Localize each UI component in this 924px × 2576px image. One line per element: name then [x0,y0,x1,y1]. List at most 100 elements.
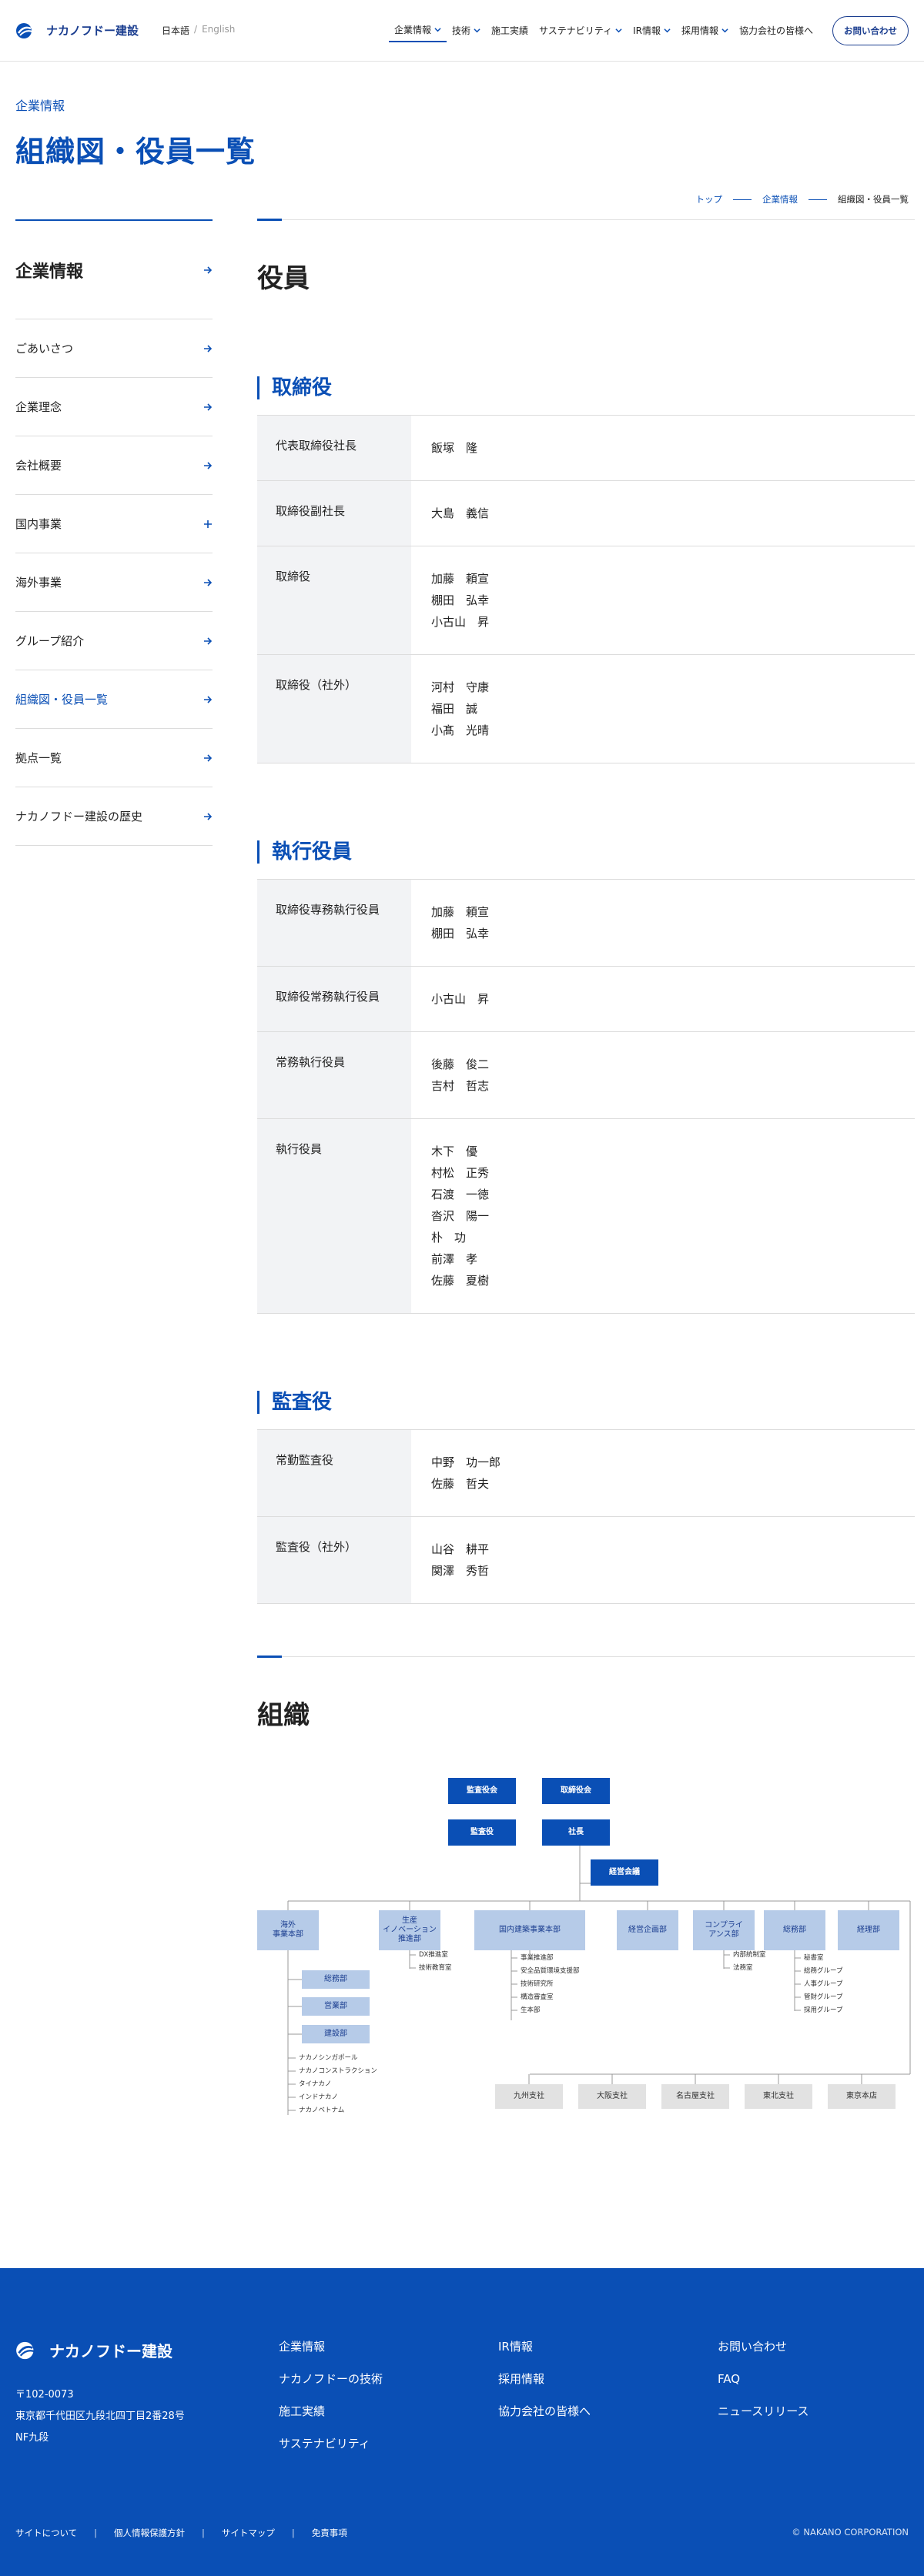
officer-name: 小古山 昇 [431,992,490,1006]
nav-item-0[interactable]: 企業情報 [388,18,447,42]
officer-group-title: 執行役員 [257,840,915,864]
sidebar-item-4[interactable]: 海外事業 [15,553,213,612]
org-section: 組織 監査役会 取締役会 監査役 社長 経営会議 海外 事業本部 生産 イノベー… [257,1656,915,2178]
sidebar-item-2[interactable]: 会社概要 [15,436,213,495]
nav-item-2[interactable]: 施工実績 [486,19,534,42]
org-management-meeting: 経営会議 [591,1859,658,1886]
org-overseas-dept-1: 総務部 [302,1970,370,1989]
arrow-right-icon [204,753,213,762]
org-list-item: ナカノベトナム [299,2107,345,2114]
officer-name: 棚田 弘幸 [431,593,490,607]
plus-icon [204,520,212,528]
sidebar-item-6[interactable]: 組織図・役員一覧 [15,670,213,729]
footer-legal-link[interactable]: サイトについて [15,2527,77,2539]
org-list-item: 安全品質環境支援部 [521,1967,580,1975]
footer-legal-link[interactable]: サイトマップ [222,2527,275,2539]
officer-name: 前澤 孝 [431,1252,478,1266]
org-list-item: 内部統制室 [733,1951,766,1959]
nav-item-1[interactable]: 技術 [447,19,486,42]
officer-row: 常勤監査役 中野 功一郎 佐藤 哲夫 [257,1429,915,1517]
nav-item-5[interactable]: 採用情報 [676,19,734,42]
officer-names: 河村 守康 福田 誠小髙 光晴 [411,655,915,763]
officer-role: 代表取締役社長 [257,415,411,481]
nav-item-label: 施工実績 [491,25,529,36]
org-list-item: 構造審査室 [521,1993,554,2001]
footer-link[interactable]: お問い合わせ [718,2339,924,2354]
officer-names: 加藤 頼宣 棚田 弘幸 [411,880,915,967]
org-innovation-division: 生産 イノベーション 推進部 [379,1910,440,1950]
org-president: 社長 [542,1819,610,1846]
chevron-down-icon [721,28,728,33]
sidebar-item-label: ごあいさつ [15,342,74,356]
nav-item-3[interactable]: サステナビリティ [534,19,628,42]
sidebar-item-3[interactable]: 国内事業 [15,495,213,553]
org-list-item: 採用グループ [804,2006,843,2014]
chevron-down-icon [474,28,480,33]
officer-names: 中野 功一郎 佐藤 哲夫 [411,1430,915,1517]
footer-link[interactable]: IR情報 [498,2339,718,2354]
officer-names: 加藤 頼宣 棚田 弘幸 小古山 昇 [411,546,915,655]
sidebar-item-1[interactable]: 企業理念 [15,378,213,436]
org-innovation-sub-list: DX推進室 技術教育室 [419,1949,452,1975]
sidebar-title: 企業情報 [15,262,84,282]
breadcrumb-current: 組織図・役員一覧 [838,194,909,205]
sidebar-item-7[interactable]: 拠点一覧 [15,729,213,787]
footer-link[interactable]: 企業情報 [279,2339,498,2354]
officer-role: 常務執行役員 [257,1031,411,1119]
breadcrumb-company[interactable]: 企業情報 [762,193,798,205]
footer-link[interactable]: 協力会社の皆様へ [498,2404,718,2419]
officers-title: 役員 [257,263,310,294]
footer-link[interactable]: ニュースリリース [718,2404,924,2419]
footer-link[interactable]: ナカノフドーの技術 [279,2371,498,2387]
arrow-right-icon [204,636,213,645]
org-audit-board: 監査役会 [448,1778,516,1804]
officer-name: 沓沢 陽一 [431,1209,490,1223]
org-overseas-dept-3: 建設部 [302,2025,370,2043]
lang-japanese[interactable]: 日本語 [162,24,189,37]
org-general-affairs-dept: 総務部 [764,1910,825,1950]
site-footer: ナカノフドー建設 〒102-0073 東京都千代田区九段北四丁目2番28号 NF… [0,2268,924,2576]
arrow-right-icon [204,695,213,703]
org-list-item: インドナカノ [299,2093,339,2101]
sidebar-item-0[interactable]: ごあいさつ [15,319,213,378]
sidebar-title-link[interactable]: 企業情報 [15,219,213,319]
footer-link[interactable]: 採用情報 [498,2371,718,2387]
officer-group-title: 取締役 [257,376,915,399]
footer-legal-link[interactable]: 個人情報保護方針 [114,2527,185,2539]
lang-english[interactable]: English [202,24,235,37]
nav-item-4[interactable]: IR情報 [628,19,676,42]
footer-col-1: 企業情報ナカノフドーの技術 施工実績サステナビリティ [279,2339,498,2468]
breadcrumb-top[interactable]: トップ [696,193,723,205]
contact-button[interactable]: お問い合わせ [832,15,909,45]
org-list-item: タイナカノ [299,2080,332,2088]
global-nav: 企業情報 技術 施工実績 サステナビリティ IR情報 採用情報 協力会社の皆様へ [388,18,819,42]
footer-nav: 企業情報ナカノフドーの技術 施工実績サステナビリティ IR情報採用情報協力会社の皆… [279,2339,924,2468]
nav-item-label: サステナビリティ [539,25,613,36]
officer-name: 関澤 秀哲 [431,1564,490,1578]
org-domestic-sub-list: 事業推進部 安全品質環境支援部 技術研究所 構造審査室 生本部 [521,1952,580,2017]
sidebar-item-5[interactable]: グループ紹介 [15,612,213,670]
officer-names: 小古山 昇 [411,967,915,1032]
page-head: 企業情報 組織図・役員一覧 [0,62,924,170]
officer-group-title: 監査役 [257,1391,915,1414]
sidebar-item-label: ナカノフドー建設の歴史 [15,810,143,824]
footer-legal-link[interactable]: 免責事項 [312,2527,347,2539]
footer-link[interactable]: FAQ [718,2371,924,2387]
arrow-right-icon [204,461,213,469]
nav-item-6[interactable]: 協力会社の皆様へ [734,19,819,42]
logo-mark-icon [16,22,33,38]
arrow-right-icon [204,578,213,586]
sidebar-item-label: グループ紹介 [15,634,85,648]
org-overseas-division: 海外 事業本部 [257,1910,319,1950]
org-list-item: 事業推進部 [521,1954,554,1962]
footer-link[interactable]: サステナビリティ [279,2436,498,2451]
sidebar-item-label: 海外事業 [15,576,62,590]
officer-name: 村松 正秀 [431,1166,490,1180]
officer-names: 大島 義信 [411,481,915,546]
officer-role: 取締役 [257,546,411,655]
sidebar-item-8[interactable]: ナカノフドー建設の歴史 [15,787,213,846]
org-list-item: 管財グループ [804,1993,843,2001]
officer-role: 取締役常務執行役員 [257,966,411,1032]
site-logo[interactable]: ナカノフドー建設 [15,22,139,39]
footer-link[interactable]: 施工実績 [279,2404,498,2419]
